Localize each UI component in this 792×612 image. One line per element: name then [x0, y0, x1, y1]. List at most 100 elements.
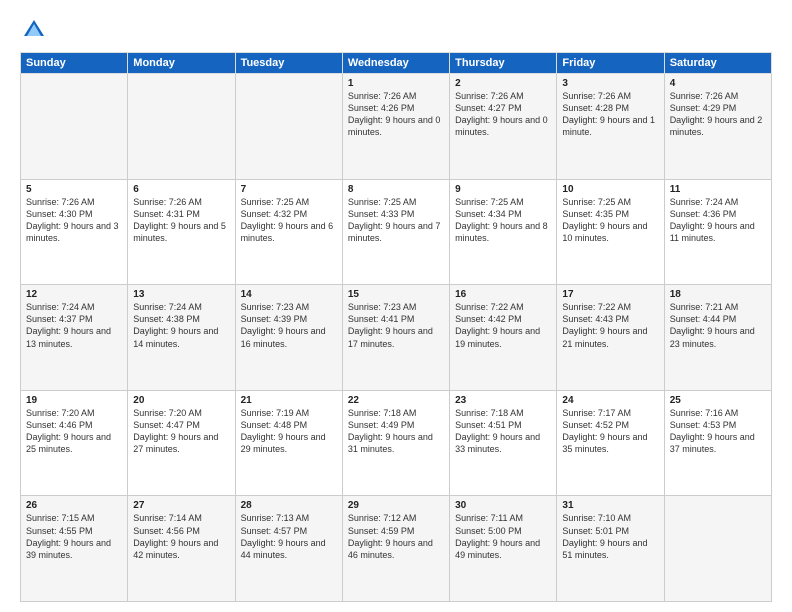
day-info: Sunrise: 7:10 AMSunset: 5:01 PMDaylight:… — [562, 512, 658, 561]
day-info: Sunrise: 7:25 AMSunset: 4:32 PMDaylight:… — [241, 196, 337, 245]
day-number: 10 — [562, 184, 658, 195]
day-cell: 26 Sunrise: 7:15 AMSunset: 4:55 PMDaylig… — [21, 496, 128, 602]
day-cell: 6 Sunrise: 7:26 AMSunset: 4:31 PMDayligh… — [128, 179, 235, 285]
calendar-table: SundayMondayTuesdayWednesdayThursdayFrid… — [20, 52, 772, 602]
week-row-5: 26 Sunrise: 7:15 AMSunset: 4:55 PMDaylig… — [21, 496, 772, 602]
day-cell: 2 Sunrise: 7:26 AMSunset: 4:27 PMDayligh… — [450, 74, 557, 180]
day-number: 31 — [562, 500, 658, 511]
logo — [20, 16, 52, 44]
day-number: 24 — [562, 395, 658, 406]
day-info: Sunrise: 7:24 AMSunset: 4:36 PMDaylight:… — [670, 196, 766, 245]
weekday-header-row: SundayMondayTuesdayWednesdayThursdayFrid… — [21, 53, 772, 74]
day-cell: 11 Sunrise: 7:24 AMSunset: 4:36 PMDaylig… — [664, 179, 771, 285]
day-cell: 19 Sunrise: 7:20 AMSunset: 4:46 PMDaylig… — [21, 390, 128, 496]
day-number: 16 — [455, 289, 551, 300]
day-info: Sunrise: 7:24 AMSunset: 4:37 PMDaylight:… — [26, 301, 122, 350]
day-cell — [235, 74, 342, 180]
day-cell: 21 Sunrise: 7:19 AMSunset: 4:48 PMDaylig… — [235, 390, 342, 496]
day-info: Sunrise: 7:19 AMSunset: 4:48 PMDaylight:… — [241, 407, 337, 456]
day-cell: 31 Sunrise: 7:10 AMSunset: 5:01 PMDaylig… — [557, 496, 664, 602]
day-number: 27 — [133, 500, 229, 511]
day-info: Sunrise: 7:14 AMSunset: 4:56 PMDaylight:… — [133, 512, 229, 561]
day-number: 15 — [348, 289, 444, 300]
day-cell: 3 Sunrise: 7:26 AMSunset: 4:28 PMDayligh… — [557, 74, 664, 180]
day-cell: 4 Sunrise: 7:26 AMSunset: 4:29 PMDayligh… — [664, 74, 771, 180]
day-number: 21 — [241, 395, 337, 406]
day-info: Sunrise: 7:26 AMSunset: 4:29 PMDaylight:… — [670, 90, 766, 139]
week-row-4: 19 Sunrise: 7:20 AMSunset: 4:46 PMDaylig… — [21, 390, 772, 496]
weekday-header-sunday: Sunday — [21, 53, 128, 74]
day-number: 30 — [455, 500, 551, 511]
week-row-2: 5 Sunrise: 7:26 AMSunset: 4:30 PMDayligh… — [21, 179, 772, 285]
day-info: Sunrise: 7:13 AMSunset: 4:57 PMDaylight:… — [241, 512, 337, 561]
day-info: Sunrise: 7:25 AMSunset: 4:35 PMDaylight:… — [562, 196, 658, 245]
day-info: Sunrise: 7:12 AMSunset: 4:59 PMDaylight:… — [348, 512, 444, 561]
day-cell: 8 Sunrise: 7:25 AMSunset: 4:33 PMDayligh… — [342, 179, 449, 285]
day-cell: 14 Sunrise: 7:23 AMSunset: 4:39 PMDaylig… — [235, 285, 342, 391]
day-number: 14 — [241, 289, 337, 300]
day-info: Sunrise: 7:26 AMSunset: 4:28 PMDaylight:… — [562, 90, 658, 139]
day-cell — [664, 496, 771, 602]
day-cell: 17 Sunrise: 7:22 AMSunset: 4:43 PMDaylig… — [557, 285, 664, 391]
day-number: 5 — [26, 184, 122, 195]
page: SundayMondayTuesdayWednesdayThursdayFrid… — [0, 0, 792, 612]
day-info: Sunrise: 7:18 AMSunset: 4:51 PMDaylight:… — [455, 407, 551, 456]
day-cell: 27 Sunrise: 7:14 AMSunset: 4:56 PMDaylig… — [128, 496, 235, 602]
day-cell: 10 Sunrise: 7:25 AMSunset: 4:35 PMDaylig… — [557, 179, 664, 285]
weekday-header-tuesday: Tuesday — [235, 53, 342, 74]
day-cell: 28 Sunrise: 7:13 AMSunset: 4:57 PMDaylig… — [235, 496, 342, 602]
day-cell: 22 Sunrise: 7:18 AMSunset: 4:49 PMDaylig… — [342, 390, 449, 496]
day-info: Sunrise: 7:26 AMSunset: 4:30 PMDaylight:… — [26, 196, 122, 245]
day-cell: 23 Sunrise: 7:18 AMSunset: 4:51 PMDaylig… — [450, 390, 557, 496]
day-info: Sunrise: 7:16 AMSunset: 4:53 PMDaylight:… — [670, 407, 766, 456]
week-row-1: 1 Sunrise: 7:26 AMSunset: 4:26 PMDayligh… — [21, 74, 772, 180]
day-info: Sunrise: 7:25 AMSunset: 4:33 PMDaylight:… — [348, 196, 444, 245]
day-number: 20 — [133, 395, 229, 406]
day-number: 9 — [455, 184, 551, 195]
day-number: 19 — [26, 395, 122, 406]
day-cell: 12 Sunrise: 7:24 AMSunset: 4:37 PMDaylig… — [21, 285, 128, 391]
logo-icon — [20, 16, 48, 44]
day-number: 29 — [348, 500, 444, 511]
day-info: Sunrise: 7:24 AMSunset: 4:38 PMDaylight:… — [133, 301, 229, 350]
day-info: Sunrise: 7:20 AMSunset: 4:46 PMDaylight:… — [26, 407, 122, 456]
day-number: 6 — [133, 184, 229, 195]
day-cell: 20 Sunrise: 7:20 AMSunset: 4:47 PMDaylig… — [128, 390, 235, 496]
day-number: 28 — [241, 500, 337, 511]
day-number: 3 — [562, 78, 658, 89]
day-number: 12 — [26, 289, 122, 300]
day-info: Sunrise: 7:23 AMSunset: 4:41 PMDaylight:… — [348, 301, 444, 350]
day-number: 22 — [348, 395, 444, 406]
day-info: Sunrise: 7:17 AMSunset: 4:52 PMDaylight:… — [562, 407, 658, 456]
day-number: 8 — [348, 184, 444, 195]
day-number: 1 — [348, 78, 444, 89]
day-info: Sunrise: 7:26 AMSunset: 4:26 PMDaylight:… — [348, 90, 444, 139]
weekday-header-saturday: Saturday — [664, 53, 771, 74]
day-number: 23 — [455, 395, 551, 406]
day-cell — [128, 74, 235, 180]
day-number: 13 — [133, 289, 229, 300]
day-info: Sunrise: 7:26 AMSunset: 4:31 PMDaylight:… — [133, 196, 229, 245]
day-info: Sunrise: 7:18 AMSunset: 4:49 PMDaylight:… — [348, 407, 444, 456]
day-info: Sunrise: 7:22 AMSunset: 4:43 PMDaylight:… — [562, 301, 658, 350]
day-cell: 24 Sunrise: 7:17 AMSunset: 4:52 PMDaylig… — [557, 390, 664, 496]
weekday-header-thursday: Thursday — [450, 53, 557, 74]
day-cell: 29 Sunrise: 7:12 AMSunset: 4:59 PMDaylig… — [342, 496, 449, 602]
day-number: 4 — [670, 78, 766, 89]
day-info: Sunrise: 7:11 AMSunset: 5:00 PMDaylight:… — [455, 512, 551, 561]
day-number: 26 — [26, 500, 122, 511]
day-cell: 7 Sunrise: 7:25 AMSunset: 4:32 PMDayligh… — [235, 179, 342, 285]
day-number: 18 — [670, 289, 766, 300]
weekday-header-wednesday: Wednesday — [342, 53, 449, 74]
day-cell: 1 Sunrise: 7:26 AMSunset: 4:26 PMDayligh… — [342, 74, 449, 180]
day-cell: 5 Sunrise: 7:26 AMSunset: 4:30 PMDayligh… — [21, 179, 128, 285]
weekday-header-monday: Monday — [128, 53, 235, 74]
day-cell: 16 Sunrise: 7:22 AMSunset: 4:42 PMDaylig… — [450, 285, 557, 391]
day-number: 11 — [670, 184, 766, 195]
day-cell: 30 Sunrise: 7:11 AMSunset: 5:00 PMDaylig… — [450, 496, 557, 602]
day-info: Sunrise: 7:26 AMSunset: 4:27 PMDaylight:… — [455, 90, 551, 139]
day-info: Sunrise: 7:15 AMSunset: 4:55 PMDaylight:… — [26, 512, 122, 561]
day-cell: 9 Sunrise: 7:25 AMSunset: 4:34 PMDayligh… — [450, 179, 557, 285]
day-info: Sunrise: 7:25 AMSunset: 4:34 PMDaylight:… — [455, 196, 551, 245]
weekday-header-friday: Friday — [557, 53, 664, 74]
